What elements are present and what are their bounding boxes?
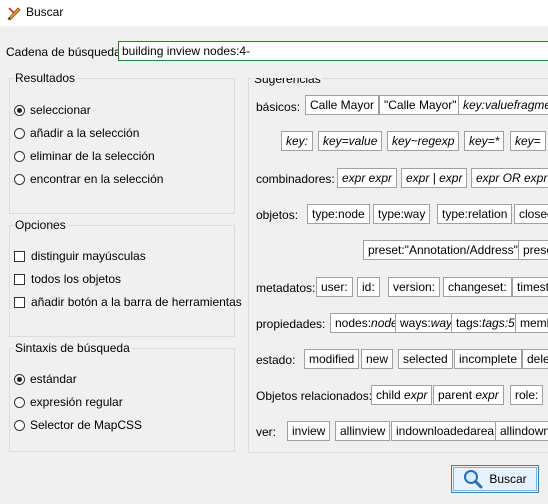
chip-inview[interactable]: inview xyxy=(287,421,331,441)
chip-modified[interactable]: modified xyxy=(304,349,360,369)
chip-role[interactable]: role: xyxy=(510,385,544,405)
chip-timestamp[interactable]: timestamp xyxy=(512,277,548,297)
checkbox-add-toolbar[interactable]: añadir botón a la barra de herramientas xyxy=(14,293,242,311)
syntax-group: Sintaxis de búsqueda estándar expresión … xyxy=(9,341,235,452)
combinators-label: combinadores: xyxy=(256,172,335,186)
chip-expr-or[interactable]: expr OR expr xyxy=(471,168,548,188)
state-label: estado: xyxy=(256,353,296,367)
chip-indownloadedarea[interactable]: indownloadedarea xyxy=(391,421,500,441)
chip-type-node[interactable]: type:node xyxy=(307,204,370,224)
objects-label: objetos: xyxy=(256,208,299,222)
chip-version[interactable]: version: xyxy=(388,277,441,297)
radio-label: añadir a la selección xyxy=(30,126,140,140)
checkbox-all-objects[interactable]: todos los objetos xyxy=(14,270,121,288)
radio-button[interactable] xyxy=(14,150,25,162)
josm-pencil-icon xyxy=(7,6,21,21)
chip-key-regexp[interactable]: key~regexp xyxy=(387,131,460,151)
chip-child-expr[interactable]: child expr xyxy=(371,385,433,405)
radio-button[interactable] xyxy=(14,127,25,139)
radio-button[interactable] xyxy=(14,373,25,385)
radio-standard[interactable]: estándar xyxy=(14,370,77,388)
view-label: ver: xyxy=(256,425,277,439)
search-button[interactable]: Buscar xyxy=(451,465,539,493)
search-input[interactable] xyxy=(118,41,548,61)
chip-preset[interactable]: preset xyxy=(518,240,548,260)
chip-members[interactable]: members xyxy=(515,313,548,333)
chip-expr-or-pipe[interactable]: expr | expr xyxy=(401,168,468,188)
chip-closed[interactable]: closed xyxy=(514,204,548,224)
checkbox-case-sensitive[interactable]: distinguir mayúsculas xyxy=(14,247,146,265)
radio-label: encontrar en la selección xyxy=(30,172,164,186)
chip-key-star[interactable]: key=* xyxy=(464,131,505,151)
results-group: Resultados seleccionar añadir a la selec… xyxy=(9,71,235,214)
magnifier-icon xyxy=(464,470,483,489)
chip-new[interactable]: new xyxy=(361,349,394,369)
checkbox-label: distinguir mayúsculas xyxy=(31,249,146,263)
chip-user[interactable]: user: xyxy=(316,277,353,297)
radio-button[interactable] xyxy=(14,396,25,408)
chip-calle-mayor[interactable]: Calle Mayor xyxy=(305,95,380,115)
radio-select[interactable]: seleccionar xyxy=(14,101,91,119)
chip-changeset[interactable]: changeset: xyxy=(443,277,512,297)
chip-type-way[interactable]: type:way xyxy=(373,204,431,224)
radio-button[interactable] xyxy=(14,173,25,185)
chip-allindownloadedarea[interactable]: allindownloadedarea xyxy=(495,421,548,441)
checkbox[interactable] xyxy=(14,273,25,285)
radio-label: estándar xyxy=(30,372,77,386)
results-legend: Resultados xyxy=(14,71,77,85)
options-group: Opciones distinguir mayúsculas todos los… xyxy=(9,218,242,337)
radio-regex[interactable]: expresión regular xyxy=(14,393,123,411)
chip-key-empty[interactable]: key= xyxy=(510,131,546,151)
radio-remove-selection[interactable]: eliminar de la selección xyxy=(14,147,155,165)
chip-id[interactable]: id: xyxy=(357,277,380,297)
search-button-label: Buscar xyxy=(489,472,527,486)
checkbox[interactable] xyxy=(14,296,25,308)
chip-key-valuefragment[interactable]: key:valuefragment xyxy=(458,95,548,115)
radio-button[interactable] xyxy=(14,104,25,116)
chip-expr-expr[interactable]: expr expr xyxy=(337,168,398,188)
syntax-legend: Sintaxis de búsqueda xyxy=(14,341,131,355)
checkbox-label: todos los objetos xyxy=(31,272,122,286)
checkbox[interactable] xyxy=(14,250,25,262)
chip-calle-mayor-quoted[interactable]: "Calle Mayor" xyxy=(379,95,462,115)
chip-parent-expr[interactable]: parent expr xyxy=(433,385,504,405)
chip-allinview[interactable]: allinview xyxy=(335,421,391,441)
chip-deleted[interactable]: deleted xyxy=(522,349,548,369)
chip-type-relation[interactable]: type:relation xyxy=(437,204,513,224)
radio-button[interactable] xyxy=(14,419,25,431)
radio-label: eliminar de la selección xyxy=(30,149,155,163)
window-title: Buscar xyxy=(26,5,64,19)
chip-selected[interactable]: selected xyxy=(398,349,453,369)
radio-label: Selector de MapCSS xyxy=(30,418,143,432)
radio-label: expresión regular xyxy=(30,395,123,409)
chip-key-equals-value[interactable]: key=value xyxy=(318,131,383,151)
properties-label: propiedades: xyxy=(256,317,326,331)
options-legend: Opciones xyxy=(14,218,67,232)
radio-label: seleccionar xyxy=(30,103,91,117)
radio-find-in-selection[interactable]: encontrar en la selección xyxy=(14,170,163,188)
search-label: Cadena de búsqueda: xyxy=(6,45,125,59)
chip-key[interactable]: key: xyxy=(281,131,314,151)
radio-mapcss[interactable]: Selector de MapCSS xyxy=(14,416,142,434)
checkbox-label: añadir botón a la barra de herramientas xyxy=(31,295,242,309)
metadata-label: metadatos: xyxy=(256,281,316,295)
related-label: Objetos relacionados: xyxy=(256,389,373,403)
chip-incomplete[interactable]: incomplete xyxy=(454,349,523,369)
chip-preset-address[interactable]: preset:"Annotation/Address" xyxy=(363,240,523,260)
radio-add-selection[interactable]: añadir a la selección xyxy=(14,124,139,142)
title-bar: Buscar xyxy=(0,0,548,26)
